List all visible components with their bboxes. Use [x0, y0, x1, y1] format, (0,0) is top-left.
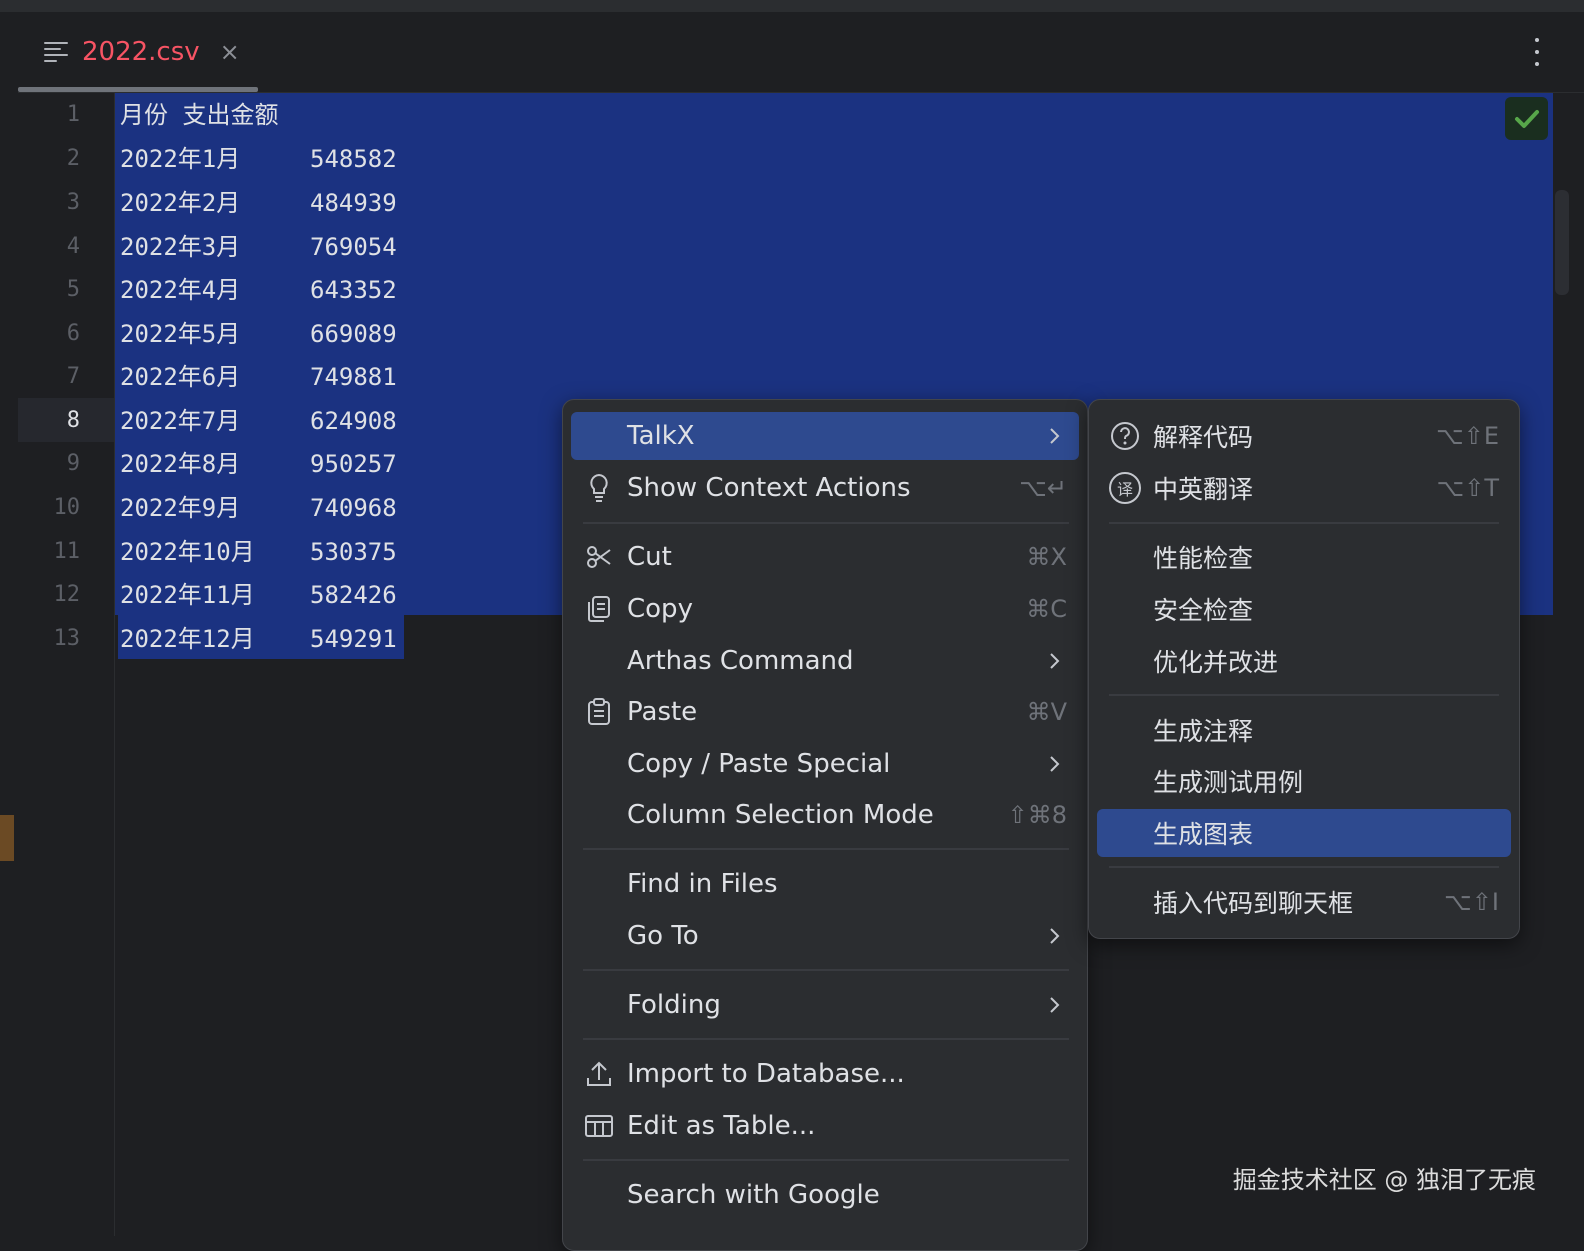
menu-item-folding[interactable]: Folding [571, 981, 1079, 1029]
copy-icon [571, 595, 627, 623]
menu-item-show-context-actions[interactable]: Show Context Actions ⌥↵ [571, 464, 1079, 512]
scrollbar-thumb[interactable] [1555, 190, 1569, 295]
submenu-item-insert-to-chat[interactable]: 插入代码到聊天框 ⌥⇧I [1097, 878, 1511, 926]
upload-icon [571, 1060, 627, 1088]
code-line: 2022年7月 624908 [120, 407, 397, 435]
menu-separator [583, 969, 1069, 971]
line-number-gutter: 1 2 3 4 5 6 7 8 9 10 11 12 13 [18, 93, 115, 1236]
line-number: 2 [66, 146, 80, 171]
submenu-item-generate-chart[interactable]: 生成图表 [1097, 809, 1511, 857]
table-icon [571, 1114, 627, 1138]
menu-item-cut[interactable]: Cut ⌘X [571, 533, 1079, 581]
chevron-right-icon [1029, 652, 1079, 670]
menu-item-import-to-database[interactable]: Import to Database... [571, 1050, 1079, 1098]
tab-2022-csv[interactable]: 2022.csv × [44, 32, 240, 72]
lightbulb-icon [571, 473, 627, 503]
line-number: 12 [53, 582, 81, 607]
code-line: 2022年3月 769054 [120, 233, 397, 261]
menu-separator [1109, 866, 1499, 868]
menu-item-arthas-command[interactable]: Arthas Command [571, 637, 1079, 685]
line-number: 4 [66, 234, 80, 259]
scissors-icon [571, 544, 627, 570]
menu-separator [1109, 694, 1499, 696]
watermark: 掘金技术社区 @ 独泪了无痕 [1232, 1166, 1536, 1194]
menu-item-column-selection-mode[interactable]: Column Selection Mode ⇧⌘8 [571, 791, 1079, 839]
menu-separator [583, 522, 1069, 524]
code-line: 2022年12月 549291 [120, 625, 397, 653]
change-marker [0, 815, 14, 861]
chevron-right-icon [1029, 996, 1079, 1014]
editor-context-menu: TalkX Show Context Actions ⌥↵ Cut ⌘X Cop… [562, 399, 1088, 1251]
line-number: 10 [53, 495, 81, 520]
submenu-item-generate-comment[interactable]: 生成注释 [1097, 706, 1511, 754]
line-number: 8 [66, 408, 80, 433]
close-icon[interactable]: × [220, 38, 240, 66]
submenu-item-performance-check[interactable]: 性能检查 [1097, 533, 1511, 581]
submenu-item-generate-test[interactable]: 生成测试用例 [1097, 757, 1511, 805]
line-number: 7 [66, 364, 80, 389]
chevron-right-icon [1029, 427, 1079, 445]
menu-item-paste[interactable]: Paste ⌘V [571, 688, 1079, 736]
menu-item-search-with-google[interactable]: Search with Google [571, 1171, 1079, 1219]
question-circle-icon [1097, 421, 1153, 451]
clipboard-icon [571, 698, 627, 726]
text-file-icon [44, 42, 68, 62]
code-line: 2022年5月 669089 [120, 320, 397, 348]
line-number: 6 [66, 321, 80, 346]
code-line: 2022年9月 740968 [120, 494, 397, 522]
menu-separator [583, 848, 1069, 850]
line-number: 5 [66, 277, 80, 302]
check-icon[interactable] [1505, 97, 1548, 140]
active-tab-indicator [18, 87, 258, 92]
submenu-item-translate[interactable]: 译 中英翻译 ⌥⇧T [1097, 464, 1511, 512]
code-line: 月份 支出金额 [120, 101, 279, 129]
menu-item-edit-as-table[interactable]: Edit as Table... [571, 1102, 1079, 1150]
menu-item-copy[interactable]: Copy ⌘C [571, 585, 1079, 633]
translate-icon: 译 [1097, 472, 1153, 504]
chevron-right-icon [1029, 755, 1079, 773]
menu-item-copy-paste-special[interactable]: Copy / Paste Special [571, 740, 1079, 788]
chevron-right-icon [1029, 927, 1079, 945]
code-line: 2022年4月 643352 [120, 276, 397, 304]
code-line: 2022年2月 484939 [120, 189, 397, 217]
window-top-strip [0, 0, 1584, 12]
line-number: 1 [66, 102, 80, 127]
tool-window-strip [0, 12, 19, 1236]
menu-separator [583, 1038, 1069, 1040]
menu-item-go-to[interactable]: Go To [571, 912, 1079, 960]
line-number: 13 [53, 626, 81, 651]
talkx-submenu: 解释代码 ⌥⇧E 译 中英翻译 ⌥⇧T 性能检查 安全检查 优化并改进 生成注释… [1088, 399, 1520, 939]
line-number: 11 [53, 539, 81, 564]
code-line: 2022年10月 530375 [120, 538, 397, 566]
code-line: 2022年8月 950257 [120, 450, 397, 478]
line-number: 9 [66, 451, 80, 476]
tab-title: 2022.csv [82, 37, 200, 67]
submenu-item-security-check[interactable]: 安全检查 [1097, 585, 1511, 633]
line-number: 3 [66, 190, 80, 215]
menu-item-find-in-files[interactable]: Find in Files [571, 860, 1079, 908]
code-line: 2022年6月 749881 [120, 363, 397, 391]
submenu-item-explain-code[interactable]: 解释代码 ⌥⇧E [1097, 412, 1511, 460]
submenu-item-optimize[interactable]: 优化并改进 [1097, 637, 1511, 685]
editor-tab-bar: 2022.csv × [18, 12, 1584, 93]
code-line: 2022年1月 548582 [120, 145, 397, 173]
code-line: 2022年11月 582426 [120, 581, 397, 609]
menu-separator [583, 1159, 1069, 1161]
menu-separator [1109, 522, 1499, 524]
menu-item-talkx[interactable]: TalkX [571, 412, 1079, 460]
kebab-menu-icon[interactable] [1534, 38, 1540, 66]
